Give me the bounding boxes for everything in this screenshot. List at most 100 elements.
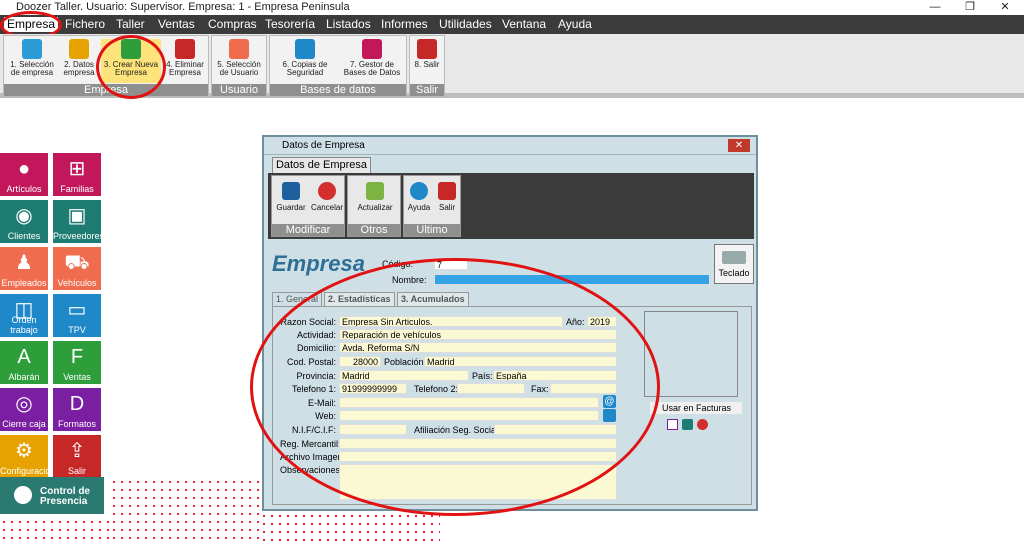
lock-icon [295, 39, 315, 59]
dialog-group-label: Modificar [272, 224, 344, 236]
ribbon-group-label: Usuario [212, 84, 266, 96]
sidebar-tile-vehiculos[interactable]: ⛟ Vehículos [53, 247, 101, 290]
sidebar-tile-salir[interactable]: ⇪ Salir [53, 435, 101, 478]
copias-seguridad-button[interactable]: 6. Copias de Seguridad [276, 39, 334, 83]
sidebar-tile-clientes[interactable]: ◉ Clientes [0, 200, 48, 243]
sidebar-tile-label: Configuración [0, 466, 56, 476]
sidebar-tile-label: Empleados [1, 278, 47, 288]
datos-empresa-button[interactable]: 2. Datos empresa [57, 39, 101, 83]
clock-icon [14, 486, 32, 504]
brand-title: Empresa [272, 251, 365, 276]
menu-listados[interactable]: Listados [323, 17, 374, 32]
control-presencia-button[interactable]: Control de Presencia [0, 477, 104, 514]
document-icon [69, 39, 89, 59]
eliminar-empresa-button[interactable]: 4. Eliminar Empresa [161, 39, 209, 83]
sidebar-tile-label: Albarán [8, 372, 40, 382]
close-button[interactable]: ✕ [990, 0, 1020, 14]
menu-informes[interactable]: Informes [378, 17, 431, 32]
usar-facturas-checkbox[interactable]: Usar en Facturas [650, 402, 742, 414]
sidebar-tile-articulos[interactable]: ● Artículos [0, 153, 48, 196]
view-icon[interactable] [682, 419, 693, 430]
sidebar-tile-label: Vehículos [57, 278, 97, 288]
sidebar-tile-label: Formatos [57, 419, 96, 429]
guardar-button[interactable]: Guardar [273, 182, 309, 212]
menu-fichero[interactable]: Fichero [62, 17, 108, 32]
safe-icon: ◎ [15, 393, 33, 415]
albaran-icon: A [17, 346, 31, 368]
sidebar-tile-label: Clientes [7, 231, 41, 241]
sidebar-tile-label: Artículos [6, 184, 42, 194]
dialog-group-label: Otros [348, 224, 400, 236]
sidebar-tile-orden-trabajo[interactable]: ◫ Orden trabajo [0, 294, 48, 337]
sidebar-tile-configuracion[interactable]: ⚙ Configuración [0, 435, 56, 478]
help-icon [410, 182, 428, 200]
menu-compras[interactable]: Compras [205, 17, 260, 32]
sidebar-tile-ventas[interactable]: F Ventas [53, 341, 101, 384]
dialog-caption: Datos de Empresa ✕ [264, 137, 756, 155]
delete-company-icon [175, 39, 195, 59]
menu-ventana[interactable]: Ventana [499, 17, 549, 32]
sidebar-tile-label: Salir [67, 466, 86, 476]
sidebar-tile-formatos[interactable]: D Formatos [53, 388, 101, 431]
image-icon[interactable] [667, 419, 678, 430]
format-icon: D [69, 393, 85, 415]
monitor-icon: ▭ [67, 299, 87, 321]
hierarchy-icon: ⊞ [68, 158, 86, 180]
decorative-dots [260, 512, 440, 544]
sidebar-tile-cierre-caja[interactable]: ◎ Cierre caja [0, 388, 48, 431]
dialog-group-otros: Actualizar Otros [347, 175, 401, 237]
sidebar-tile-label: Ventas [63, 372, 91, 382]
title-bar: Doozer Taller. Usuario: Supervisor. Empr… [0, 0, 1024, 15]
keyboard-icon [722, 251, 746, 264]
annotation-circle-form [250, 258, 660, 516]
sidebar-tile-tpv[interactable]: ▭ TPV [53, 294, 101, 337]
menu-taller[interactable]: Taller [113, 17, 148, 32]
car-icon: ⛟ [64, 252, 90, 274]
decorative-dots [110, 478, 260, 544]
company-icon [22, 39, 42, 59]
dialog-group-ultimo: Ayuda Salir Ultimo [403, 175, 461, 237]
dialog-close-button[interactable]: ✕ [728, 139, 750, 152]
sidebar-tile-label: Cierre caja [2, 419, 46, 429]
sidebar-tile-albaran[interactable]: A Albarán [0, 341, 48, 384]
minimize-button[interactable]: — [920, 0, 950, 14]
save-icon [282, 182, 300, 200]
sidebar-tile-familias[interactable]: ⊞ Familias [53, 153, 101, 196]
sidebar-tile-label: Proveedores [53, 231, 105, 241]
menu-ventas[interactable]: Ventas [155, 17, 198, 32]
employee-icon: ♟ [15, 252, 33, 274]
gestor-bases-button[interactable]: 7. Gestor de Bases de Datos [340, 39, 404, 83]
sidebar-tile-proveedores[interactable]: ▣ Proveedores [53, 200, 105, 243]
refresh-icon [366, 182, 384, 200]
cancel-icon [318, 182, 336, 200]
dialog-ribbon-tab[interactable]: Datos de Empresa [272, 157, 371, 173]
salir-button[interactable]: 8. Salir [410, 39, 444, 83]
menu-bar: Empresa Fichero Taller Ventas Compras Te… [0, 15, 1024, 34]
dialog-salir-button[interactable]: Salir [432, 182, 462, 212]
dialog-group-modificar: Guardar Cancelar Modificar [271, 175, 345, 237]
ribbon-group-label: Bases de datos [270, 84, 406, 96]
sidebar-tile-label: Familias [60, 184, 94, 194]
decorative-dots [0, 518, 110, 544]
database-icon [362, 39, 382, 59]
select-usuario-button[interactable]: 5. Selección de Usuario [214, 39, 264, 83]
dialog-title: Datos de Empresa [282, 140, 365, 151]
menu-tesoreria[interactable]: Tesorería [262, 17, 318, 32]
teclado-button[interactable]: Teclado [714, 244, 754, 284]
clients-icon: ◉ [15, 205, 33, 227]
ribbon-group-salir: 8. Salir Salir [409, 35, 445, 97]
box-icon: ▣ [67, 205, 87, 227]
menu-utilidades[interactable]: Utilidades [436, 17, 495, 32]
actualizar-button[interactable]: Actualizar [354, 182, 396, 212]
restore-button[interactable]: ❐ [955, 0, 985, 14]
sidebar-tile-label: Orden trabajo [10, 315, 38, 335]
ribbon-group-usuario: 5. Selección de Usuario Usuario [211, 35, 267, 97]
cancelar-button[interactable]: Cancelar [309, 182, 345, 212]
delete-icon[interactable] [697, 419, 708, 430]
ayuda-button[interactable]: Ayuda [404, 182, 434, 212]
sidebar-tile-label: TPV [68, 325, 86, 335]
exit-icon [417, 39, 437, 59]
sidebar-tile-empleados[interactable]: ♟ Empleados [0, 247, 48, 290]
select-empresa-button[interactable]: 1. Selección de empresa [7, 39, 57, 83]
menu-ayuda[interactable]: Ayuda [555, 17, 595, 32]
